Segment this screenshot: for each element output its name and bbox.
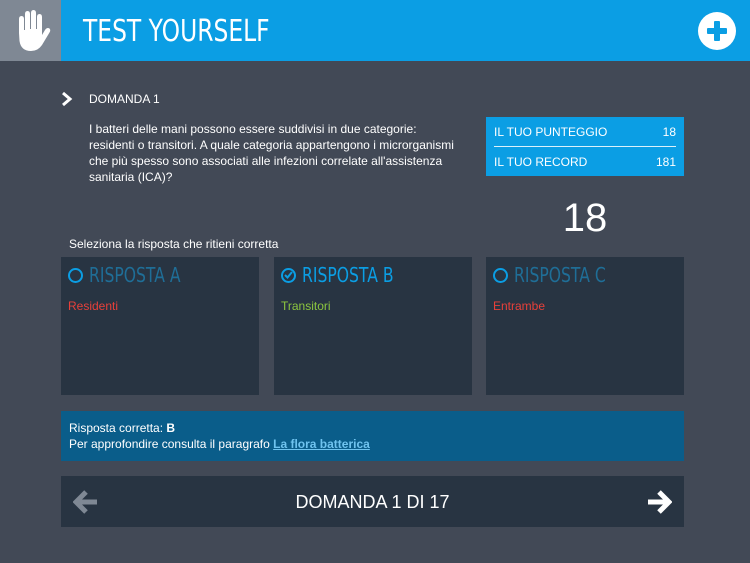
answer-card-a[interactable]: RISPOSTA A Residenti	[61, 257, 259, 395]
question-text: I batteri delle mani possono essere sudd…	[89, 122, 454, 184]
current-score-row: IL TUO PUNTEGGIO 18	[494, 117, 676, 146]
section-link[interactable]: La flora batterica	[273, 437, 370, 451]
record-score-row: IL TUO RECORD 181	[494, 147, 676, 176]
correct-answer-letter: B	[166, 421, 176, 435]
answer-card-c[interactable]: RISPOSTA C Entrambe	[486, 257, 684, 395]
app-title: TEST YOURSELF	[83, 14, 270, 49]
answer-title: RISPOSTA B	[302, 263, 394, 287]
feedback-panel: Risposta corretta: B Per approfondire co…	[61, 411, 684, 461]
answer-text: Transitori	[281, 299, 331, 313]
record-score-value: 181	[655, 154, 676, 169]
radio-empty-icon[interactable]	[68, 267, 83, 283]
plus-circle-icon[interactable]	[698, 12, 736, 50]
arrow-right-icon[interactable]	[646, 489, 673, 520]
correct-answer-prefix: Risposta corretta:	[69, 421, 167, 435]
more-info-prefix: Per approfondire consulta il paragrafo	[69, 437, 274, 451]
answer-title: RISPOSTA A	[89, 263, 181, 287]
question-counter: DOMANDA 1 DI 17	[295, 492, 450, 512]
question-label: DOMANDA 1	[89, 92, 160, 106]
current-score-label: IL TUO PUNTEGGIO	[494, 124, 608, 139]
question-navigation: DOMANDA 1 DI 17	[61, 476, 684, 527]
radio-empty-icon[interactable]	[493, 267, 508, 283]
instruction-text: Seleziona la risposta che ritieni corret…	[69, 237, 279, 251]
correct-answer-line: Risposta corretta: B	[69, 420, 676, 436]
record-score-label: IL TUO RECORD	[494, 154, 588, 169]
app-header: TEST YOURSELF	[0, 0, 750, 61]
more-info-line: Per approfondire consulta il paragrafo L…	[69, 436, 676, 452]
answer-title: RISPOSTA C	[514, 263, 606, 287]
chevron-right-icon	[60, 91, 74, 112]
answer-text: Residenti	[68, 299, 119, 313]
radio-checked-icon[interactable]	[281, 267, 296, 283]
score-panel: IL TUO PUNTEGGIO 18 IL TUO RECORD 181	[486, 117, 684, 176]
answer-text: Entrambe	[493, 299, 546, 313]
hand-icon	[0, 0, 61, 61]
answer-card-b[interactable]: RISPOSTA B Transitori	[274, 257, 472, 395]
current-score-value: 18	[662, 124, 676, 139]
countdown-timer: 18	[562, 196, 608, 240]
